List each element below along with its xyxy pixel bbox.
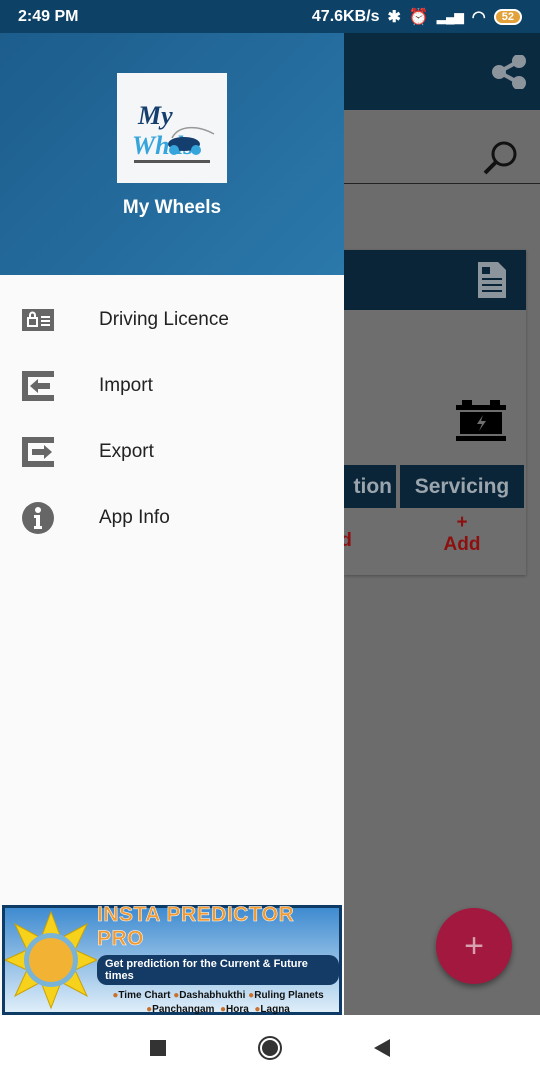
tab-servicing[interactable]: Servicing — [400, 465, 524, 508]
car-battery-icon — [456, 400, 506, 441]
vehicle-card: tion Servicing d + Add — [340, 250, 526, 575]
navigation-drawer: My Wh ls My Wheels Driving Licence Impor… — [0, 33, 344, 1015]
system-nav-bar — [0, 1015, 540, 1080]
recents-button[interactable] — [150, 1039, 166, 1056]
signal-icon: ▂▄▆ — [436, 9, 464, 24]
drawer-header: My Wh ls My Wheels — [0, 33, 344, 275]
menu-item-label: Driving Licence — [99, 309, 229, 330]
export-icon — [21, 435, 55, 469]
card-header — [344, 250, 526, 310]
alarm-icon: ⏰ — [408, 8, 429, 26]
menu-item-label: App Info — [99, 507, 170, 528]
import-icon — [21, 369, 55, 403]
menu-item-label: Export — [99, 441, 154, 462]
search-icon[interactable] — [482, 140, 518, 176]
add-servicing-button[interactable]: + Add — [438, 512, 486, 556]
share-icon[interactable] — [492, 55, 526, 89]
app-logo: My Wh ls — [117, 73, 227, 183]
back-button[interactable] — [374, 1038, 390, 1057]
status-time: 2:49 PM — [18, 7, 79, 25]
toolbar — [344, 33, 540, 110]
home-button[interactable] — [258, 1035, 282, 1060]
menu-item-label: Import — [99, 375, 153, 396]
search-field[interactable] — [344, 110, 540, 184]
net-speed: 47.6KB/s — [311, 7, 380, 25]
svg-text:My: My — [137, 101, 173, 130]
menu-item-app-info[interactable]: App Info — [0, 488, 344, 548]
tab-insurance[interactable]: tion — [340, 465, 396, 508]
drawer-title: My Wheels — [122, 197, 222, 218]
add-fab[interactable]: + — [436, 908, 512, 984]
ad-tagline: Get prediction for the Current & Future … — [97, 955, 339, 985]
info-icon — [21, 501, 55, 535]
menu-item-driving-licence[interactable]: Driving Licence — [0, 290, 344, 350]
ad-title: INSTA PREDICTOR PRO — [97, 903, 295, 951]
battery-icon: 52 — [493, 8, 522, 25]
wifi-icon: ◠ — [471, 8, 486, 26]
background-app: tion Servicing d + Add + — [340, 33, 540, 1015]
menu-item-export[interactable]: Export — [0, 422, 344, 482]
ad-banner[interactable]: INSTA PREDICTOR PRO Get prediction for t… — [2, 903, 342, 1015]
menu-item-import[interactable]: Import — [0, 356, 344, 416]
status-bar: 2:49 PM 47.6KB/s ✱ ⏰ ▂▄▆ ◠ 52 — [0, 0, 540, 33]
my-wheels-logo: My Wh ls — [132, 101, 215, 163]
ad-features: ●Time Chart ●Dashabhukthi ●Ruling Planet… — [112, 990, 324, 1015]
bluetooth-icon: ✱ — [387, 8, 401, 26]
document-icon[interactable] — [478, 262, 506, 298]
id-card-icon — [21, 303, 55, 337]
ganesha-sun-logo — [5, 910, 97, 1010]
